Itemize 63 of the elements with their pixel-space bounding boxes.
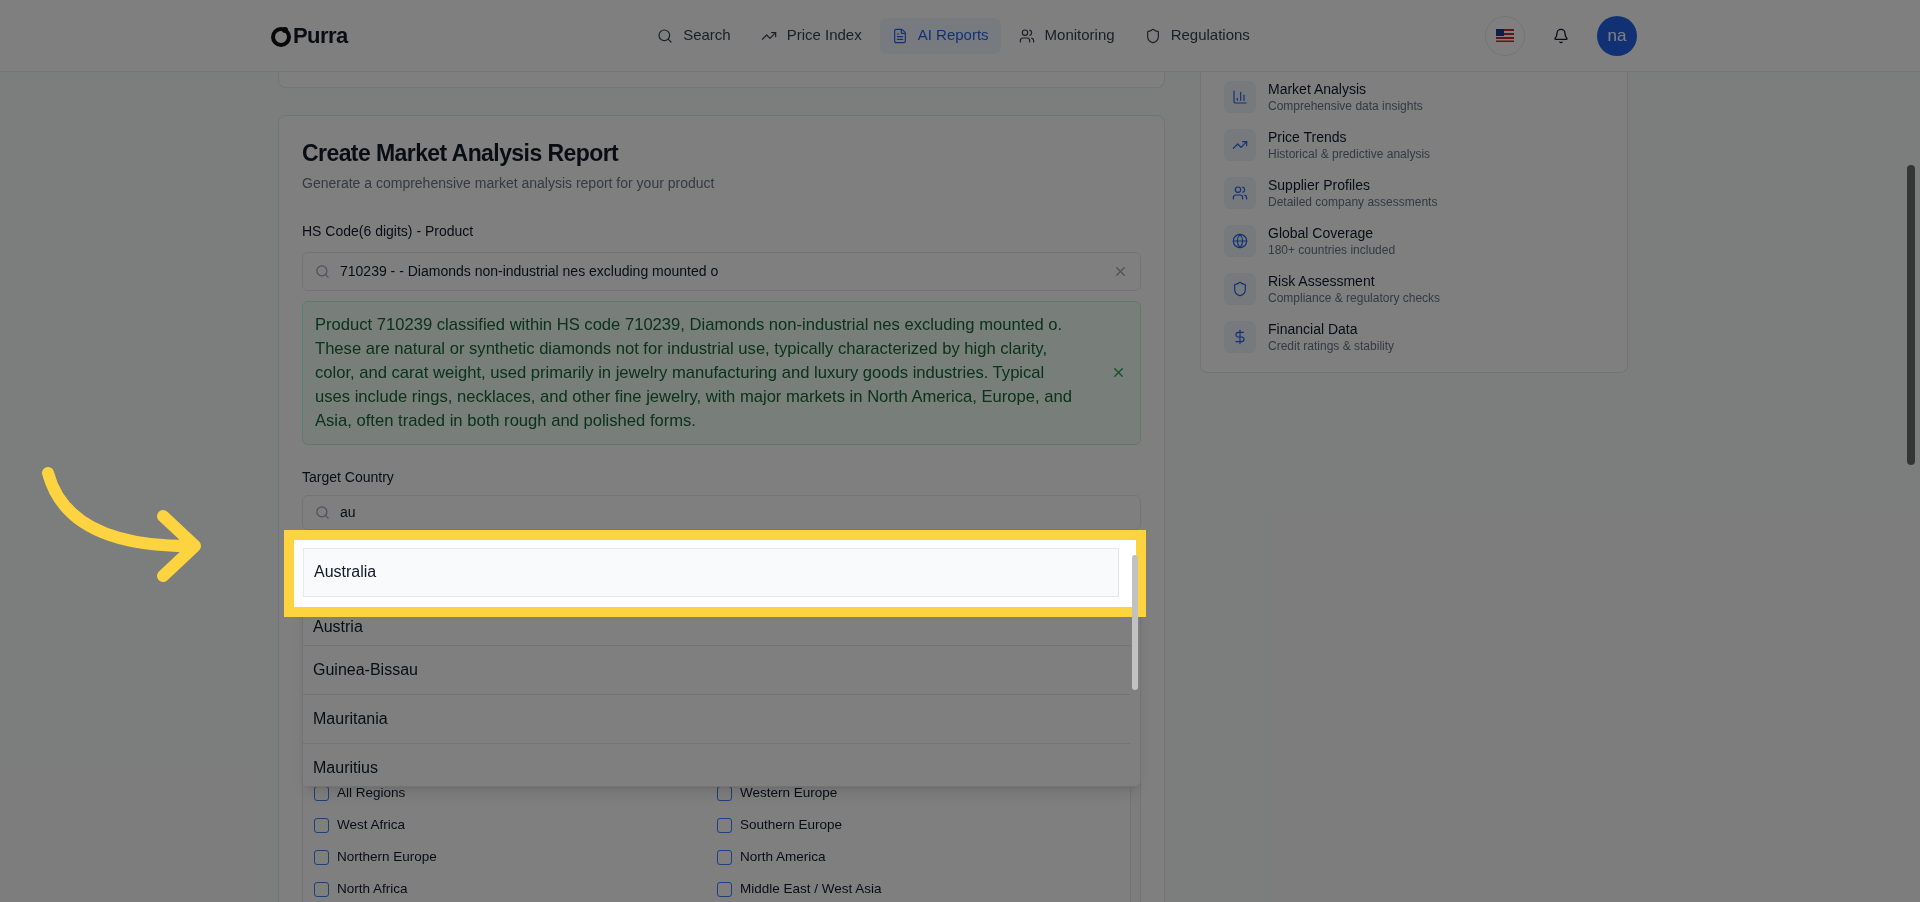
page-scrollbar-thumb[interactable] <box>1907 165 1915 465</box>
globe-icon <box>1224 225 1256 257</box>
scrollbar-thumb[interactable] <box>1132 554 1138 690</box>
country-search-field[interactable]: au <box>302 494 1141 530</box>
country-option[interactable]: Mauritius <box>303 743 1130 786</box>
user-avatar[interactable]: na <box>1597 15 1637 56</box>
checkbox[interactable] <box>314 818 329 833</box>
feature-subtitle: Historical & predictive analysis <box>1268 146 1431 162</box>
feature-subtitle: Credit ratings & stability <box>1268 338 1395 354</box>
bell-icon <box>1553 27 1569 44</box>
region-label: North Africa <box>337 880 408 899</box>
nav-tab[interactable]: Regulations <box>1132 17 1262 54</box>
card-title: Create Market Analysis Report <box>302 139 620 168</box>
feature-title: Risk Assessment <box>1268 272 1376 290</box>
card-subtitle: Generate a comprehensive market analysis report for your product <box>302 173 716 193</box>
country-option[interactable]: Mauritania <box>303 694 1130 744</box>
field-label: Target Country <box>302 467 395 487</box>
region-label: Middle East / West Asia <box>740 880 882 899</box>
close-icon[interactable] <box>1111 365 1126 380</box>
search-icon <box>315 504 330 520</box>
shield-icon <box>1224 273 1256 305</box>
document-icon <box>891 27 908 44</box>
nav-tab[interactable]: Monitoring <box>1006 17 1127 54</box>
search-icon <box>315 263 330 279</box>
country-option[interactable]: Australia <box>303 547 1119 597</box>
region-label: Northern Europe <box>337 848 437 867</box>
search-icon <box>657 27 674 44</box>
nav-tab[interactable]: AI Reports <box>879 17 1001 54</box>
checkbox[interactable] <box>717 818 732 833</box>
region-label: Western Europe <box>740 784 838 803</box>
feature-title: Financial Data <box>1268 320 1359 338</box>
region-label: North America <box>740 848 826 867</box>
feature-title: Global Coverage <box>1268 224 1375 242</box>
country-option[interactable]: Guinea-Bissau <box>303 645 1130 695</box>
field-label: HS Code(6 digits) - Product <box>302 221 475 241</box>
feature-subtitle: 180+ countries included <box>1268 242 1396 258</box>
feature-subtitle: Comprehensive data insights <box>1268 98 1423 114</box>
flag-icon <box>1496 29 1514 42</box>
region-label: All Regions <box>337 784 406 803</box>
feature-subtitle: Detailed company assessments <box>1268 194 1438 210</box>
country-option[interactable]: Austria <box>303 616 1130 646</box>
feature-title: Market Analysis <box>1268 80 1368 98</box>
nav-tab[interactable]: Search <box>645 17 743 54</box>
nav-tab[interactable]: Price Index <box>748 17 874 54</box>
bar-chart-icon <box>1224 81 1256 113</box>
hs-code-field[interactable]: 710239 - - Diamonds non-industrial nes excluding mounted o <box>302 251 1141 291</box>
logo-text: Purra <box>293 22 348 50</box>
feature-subtitle: Compliance & regulatory checks <box>1268 290 1441 306</box>
checkbox[interactable] <box>717 850 732 865</box>
checkbox[interactable] <box>314 850 329 865</box>
people-icon <box>1224 177 1256 209</box>
shield-icon <box>1144 27 1161 44</box>
region-label: West Africa <box>337 816 406 835</box>
checkbox[interactable] <box>717 882 732 897</box>
dollar-icon <box>1224 321 1256 353</box>
checkbox[interactable] <box>314 882 329 897</box>
feature-title: Price Trends <box>1268 128 1348 146</box>
logo-icon <box>270 24 292 47</box>
feature-title: Supplier Profiles <box>1268 176 1371 194</box>
region-label: Southern Europe <box>740 816 843 835</box>
trend-icon <box>1224 129 1256 161</box>
people-icon <box>1018 27 1035 44</box>
product-description: Product 710239 classified within HS code 710239, Diamonds non-industrial nes excluding mounted o. These are natural or synthetic diamonds not for industrial use, typically characterized by high clarity, color, and carat weight, used primarily in jewelry manufacturing and luxury goods industries. Typical uses include rings, necklaces, and other fine jewelry, with major markets in North America, Europe, and Asia, often traded in both rough and polished forms. <box>315 313 1073 432</box>
